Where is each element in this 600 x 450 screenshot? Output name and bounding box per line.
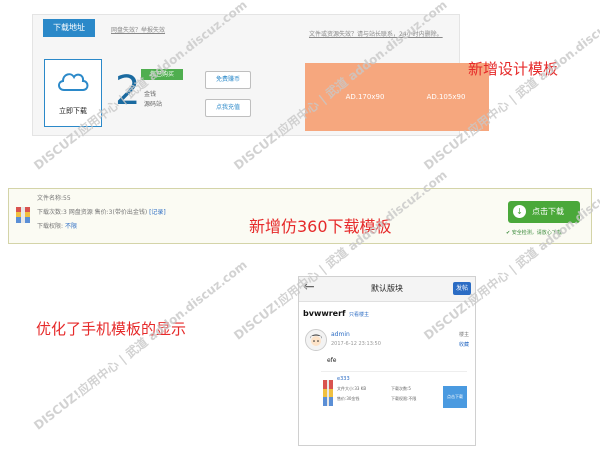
attachment-price: 售价:30金钱 bbox=[337, 396, 360, 401]
mobile-header: ← 默认版块 发帖 bbox=[299, 277, 475, 302]
post-date: 2017-6-12 23:13:50 bbox=[331, 341, 381, 347]
report-invalid-link[interactable]: 网盘失效？举报失效 bbox=[111, 25, 165, 34]
file-stats-text: 下载次数:3 网盘资源 售价:3(带价出金钱) bbox=[37, 209, 150, 216]
favorite-link[interactable]: 收藏 bbox=[459, 341, 469, 348]
attachment-size: 文件大小:33 KB bbox=[337, 386, 367, 391]
permission-label: 下载权限: bbox=[37, 223, 65, 230]
post-author[interactable]: admin bbox=[331, 331, 350, 338]
file-name-line: 文件名称:55 bbox=[37, 195, 71, 202]
archive-file-icon bbox=[323, 380, 333, 406]
mobile-preview: ← 默认版块 发帖 bvwwrerf 只看楼主 admin 2017-6-12 … bbox=[298, 276, 476, 446]
download-arrow-icon: ↓ bbox=[513, 205, 526, 218]
archive-file-icon bbox=[16, 207, 30, 223]
post-title: bvwwrerf bbox=[303, 309, 346, 318]
earn-coins-button[interactable]: 免费赚币 bbox=[205, 71, 251, 89]
file-stats-line: 下载次数:3 网盘资源 售价:3(带价出金钱) [记录] bbox=[37, 207, 166, 216]
post-body: efe bbox=[327, 357, 337, 364]
only-author-link[interactable]: 只看楼主 bbox=[349, 311, 369, 318]
source-label: 源码站 bbox=[144, 101, 163, 108]
attachment-permission: 下载权限:不限 bbox=[391, 396, 417, 401]
mobile-download-button[interactable]: 点击下载 bbox=[443, 386, 467, 408]
attachment-name[interactable]: e333 bbox=[337, 376, 350, 382]
mobile-forum-title: 默认版块 bbox=[371, 284, 403, 293]
attachment-card: e333 文件大小:33 KB 售价:30金钱 下载次数:5 下载权限:不限 点… bbox=[321, 371, 467, 414]
download-permission-line: 下载权限: 不限 bbox=[37, 221, 77, 230]
floor-label: 楼主 bbox=[459, 332, 470, 338]
record-link[interactable]: [记录] bbox=[149, 209, 166, 216]
check-shield-icon: ✔ bbox=[506, 230, 511, 236]
avatar[interactable] bbox=[305, 329, 327, 351]
download-address-tab[interactable]: 下载地址 bbox=[43, 19, 95, 37]
cloud-icon bbox=[55, 66, 91, 94]
recharge-button[interactable]: 点我充值 bbox=[205, 99, 251, 117]
attachment-downloads: 下载次数:5 bbox=[391, 386, 411, 391]
watermark: DISCUZ!应用中心 | 武道 addon.discuz.com bbox=[31, 257, 250, 433]
permission-value: 不限 bbox=[64, 223, 77, 230]
